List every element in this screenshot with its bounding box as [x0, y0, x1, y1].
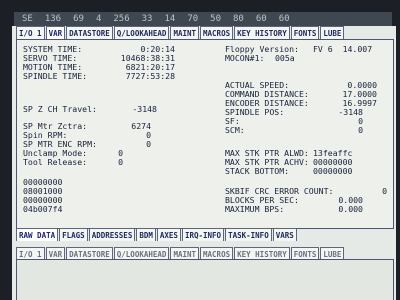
sf-value: 0: [358, 116, 363, 126]
diagnostic-data-panel: SYSTEM TIME: 0:20:14 SERVO TIME: 10468:3…: [16, 39, 394, 229]
status-item: 14: [164, 14, 176, 24]
tab-raw-data[interactable]: RAW DATA: [16, 228, 59, 241]
status-item: 60: [255, 14, 267, 24]
tab-lube[interactable]: LUBE: [320, 26, 345, 39]
tab-maint[interactable]: MAINT: [170, 26, 200, 39]
tab-flags[interactable]: FLAGS: [59, 228, 88, 241]
status-item: 4: [95, 14, 102, 24]
tab-bdm[interactable]: BDM: [136, 228, 156, 241]
tab-key-history[interactable]: KEY HISTORY: [234, 26, 290, 39]
maximum-bps-label: MAXIMUM BPS:: [225, 204, 285, 214]
tab-io1[interactable]: I/O 1: [16, 26, 45, 39]
hex-value: 04b007f4: [23, 204, 63, 214]
status-item: 60: [278, 14, 290, 24]
floppy-version-value: FV 6 14.007: [313, 44, 373, 54]
status-item: 50: [210, 14, 222, 24]
spindle-pos-value: -3148: [338, 107, 363, 117]
tab-datastore[interactable]: DATASTORE: [66, 26, 113, 39]
mocon-label: MOCON#1:: [225, 53, 265, 63]
tab-q-lookahead[interactable]: Q/LOOKAHEAD: [113, 26, 170, 39]
tab-macros[interactable]: MACROS: [200, 26, 234, 39]
tool-release-value: 0: [118, 157, 123, 167]
status-bar: SE 136 69 4 256 33 14 70 50 80 60 60: [14, 12, 392, 26]
spindle-time-value: 7727:53:28: [125, 71, 175, 81]
diagnostics-screen: I/O 1 VAR DATASTORE Q/LOOKAHEAD MAINT MA…: [12, 26, 396, 300]
scm-value: 0: [358, 125, 363, 135]
sp-z-ch-travel-label: SP Z CH Travel:: [23, 104, 97, 114]
stack-bottom-value: 00000000: [313, 166, 353, 176]
scm-label: SCM:: [225, 125, 245, 135]
stack-bottom-label: STACK BOTTOM:: [225, 166, 290, 176]
top-tab-bar: I/O 1 VAR DATASTORE Q/LOOKAHEAD MAINT MA…: [16, 26, 345, 39]
status-item: 70: [187, 14, 199, 24]
bottom-tab-bar: RAW DATA FLAGS ADDRESSES BDM AXES IRQ-IN…: [16, 228, 297, 241]
tab-var[interactable]: VAR: [45, 26, 66, 39]
tab-fonts[interactable]: FONTS: [290, 26, 320, 39]
status-item: 33: [141, 14, 153, 24]
status-item: 256: [113, 14, 130, 24]
tab-addresses[interactable]: ADDRESSES: [88, 228, 136, 241]
tab-task-info[interactable]: TASK-INFO: [225, 228, 272, 241]
maximum-bps-value: 0.000: [338, 204, 363, 214]
status-item: 136: [44, 14, 62, 24]
spindle-time-label: SPINDLE TIME:: [23, 71, 88, 81]
tab-irq-info[interactable]: IRQ-INFO: [181, 228, 225, 241]
sp-z-ch-travel-value: -3148: [132, 104, 157, 114]
mocon-value: 005a: [275, 53, 295, 63]
status-item: 69: [73, 14, 84, 24]
tab-vars[interactable]: VARS: [272, 228, 297, 241]
status-item: 80: [233, 14, 244, 24]
tab-axes[interactable]: AXES: [156, 228, 181, 241]
lower-panel: [16, 259, 394, 300]
tool-release-label: Tool Release:: [23, 157, 88, 167]
status-item: SE: [22, 14, 33, 24]
